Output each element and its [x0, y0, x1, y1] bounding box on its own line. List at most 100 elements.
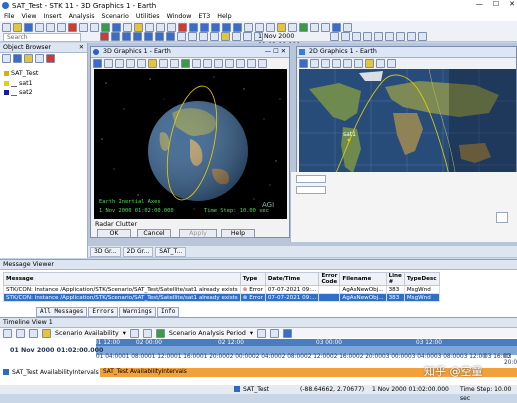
view-toolbar-icon-6[interactable] [385, 32, 394, 41]
increase-step-icon[interactable] [266, 23, 275, 32]
pan-icon[interactable] [321, 59, 330, 68]
search-input[interactable]: Search [3, 33, 81, 42]
apply-button[interactable]: Apply [179, 229, 217, 238]
map-icon[interactable] [123, 23, 132, 32]
link-icon[interactable] [283, 328, 293, 338]
add-interval-icon[interactable] [257, 328, 267, 338]
scenario-availability-dropdown[interactable]: Scenario Availability [55, 330, 119, 337]
list-scroll-icon[interactable] [496, 212, 508, 223]
copy-map-icon[interactable] [365, 59, 374, 68]
view-toolbar-icon-8[interactable] [407, 32, 416, 41]
access-icon[interactable] [167, 23, 176, 32]
menu-view[interactable]: View [22, 13, 37, 20]
menu-file[interactable]: File [4, 13, 15, 20]
orbit-icon[interactable] [126, 59, 135, 68]
pan-icon[interactable] [321, 23, 330, 32]
window-controls-icon[interactable]: — ☐ ✕ [265, 47, 286, 57]
paste-icon[interactable] [57, 23, 66, 32]
new-object-icon[interactable] [2, 54, 11, 63]
column-header[interactable]: Line # [385, 272, 405, 286]
undo-icon[interactable] [79, 23, 88, 32]
rewind-icon[interactable] [111, 32, 120, 41]
home-icon[interactable] [332, 59, 341, 68]
column-header[interactable]: Type [239, 272, 266, 286]
realtime-icon[interactable] [244, 23, 253, 32]
menu-analysis[interactable]: Analysis [69, 13, 95, 20]
menu-et3[interactable]: ET3 [198, 13, 210, 20]
tree-item-sat1[interactable]: sat1 [4, 80, 33, 87]
home-view-icon[interactable] [288, 23, 297, 32]
grid-icon[interactable] [236, 59, 245, 68]
record-icon[interactable] [170, 59, 179, 68]
print-icon[interactable] [376, 59, 385, 68]
stop-icon[interactable] [144, 32, 153, 41]
home-view-icon[interactable] [93, 59, 102, 68]
view-from-to-icon[interactable] [115, 59, 124, 68]
step-back-icon[interactable] [189, 23, 198, 32]
redo-icon[interactable] [90, 23, 99, 32]
copy-icon[interactable] [46, 23, 55, 32]
snapshot-icon[interactable] [159, 59, 168, 68]
play-back-icon[interactable] [200, 23, 209, 32]
column-header[interactable]: Error Code [318, 272, 341, 286]
view-toolbar-icon-2[interactable] [341, 32, 350, 41]
dropdown-field[interactable] [296, 175, 326, 183]
timeline-options-icon[interactable] [3, 328, 12, 338]
column-header[interactable]: Message [3, 272, 241, 286]
decrease-step-icon[interactable] [255, 23, 264, 32]
current-time-field[interactable]: 1 Nov 2000 01:02:00.000 [258, 32, 320, 49]
minimize-button[interactable]: — [476, 0, 483, 8]
zoom-out-icon[interactable] [29, 328, 38, 338]
help-button[interactable]: Help [221, 229, 255, 238]
graphics-3d-window[interactable]: 3D Graphics 1 - Earth — ☐ ✕ Earth Inerti… [90, 46, 290, 238]
zoom-out-icon[interactable] [310, 23, 319, 32]
new-icon[interactable] [2, 23, 11, 32]
tab-all-messages[interactable]: All Messages [36, 307, 88, 317]
maximize-button[interactable]: ☐ [493, 0, 499, 8]
play-icon[interactable] [222, 23, 231, 32]
clock-icon[interactable] [232, 32, 241, 41]
camera-icon[interactable] [225, 59, 234, 68]
zoom-out-icon[interactable] [310, 59, 319, 68]
dropdown-field[interactable] [296, 186, 326, 194]
tab-2d-graphics[interactable]: 2D Gr... [122, 246, 154, 257]
view-toolbar-icon-1[interactable] [330, 32, 339, 41]
chevron-down-icon[interactable]: ▾ [123, 330, 126, 337]
calendar-icon[interactable] [243, 32, 252, 41]
cancel-button[interactable]: Cancel [137, 229, 171, 238]
realtime-2-icon[interactable] [199, 32, 208, 41]
zoom-in-icon[interactable] [299, 23, 308, 32]
measure-icon[interactable] [192, 59, 201, 68]
menu-help[interactable]: Help [217, 13, 231, 20]
column-header[interactable]: Filename [339, 272, 387, 286]
report-icon[interactable] [134, 23, 143, 32]
column-header[interactable]: TypeDesc [403, 272, 440, 286]
table-row[interactable]: STK/CON: Instance /Application/STK/Scena… [3, 285, 440, 294]
tab-scenario[interactable]: SAT_T... [155, 246, 187, 257]
view-toolbar-icon-5[interactable] [374, 32, 383, 41]
ok-button[interactable]: OK [97, 229, 131, 238]
view-toolbar-icon-9[interactable] [418, 32, 427, 41]
browser-rename-icon[interactable] [35, 54, 44, 63]
projection-icon[interactable] [343, 59, 352, 68]
zoom-in-icon[interactable] [16, 328, 25, 338]
browser-delete-icon[interactable] [46, 54, 55, 63]
menu-scenario[interactable]: Scenario [102, 13, 129, 20]
play-forward-icon[interactable] [155, 32, 164, 41]
step-forward-icon[interactable] [233, 23, 242, 32]
globe-icon[interactable] [112, 23, 121, 32]
tree-item-scenario[interactable]: SAT_Test [4, 70, 38, 77]
tree-item-sat2[interactable]: sat2 [4, 89, 33, 96]
add-event-icon[interactable] [129, 328, 139, 338]
tab-3d-graphics[interactable]: 3D Gr... [90, 246, 121, 257]
properties-icon[interactable] [156, 23, 165, 32]
slower-icon[interactable] [188, 32, 197, 41]
view-toolbar-icon-3[interactable] [352, 32, 361, 41]
close-icon[interactable]: ✕ [79, 43, 84, 52]
tab-info[interactable]: Info [156, 307, 180, 317]
step-back-2-icon[interactable] [122, 32, 131, 41]
open-icon[interactable] [13, 23, 22, 32]
measure-icon[interactable] [343, 23, 352, 32]
view-toolbar-icon-7[interactable] [396, 32, 405, 41]
remove-icon[interactable] [270, 328, 280, 338]
